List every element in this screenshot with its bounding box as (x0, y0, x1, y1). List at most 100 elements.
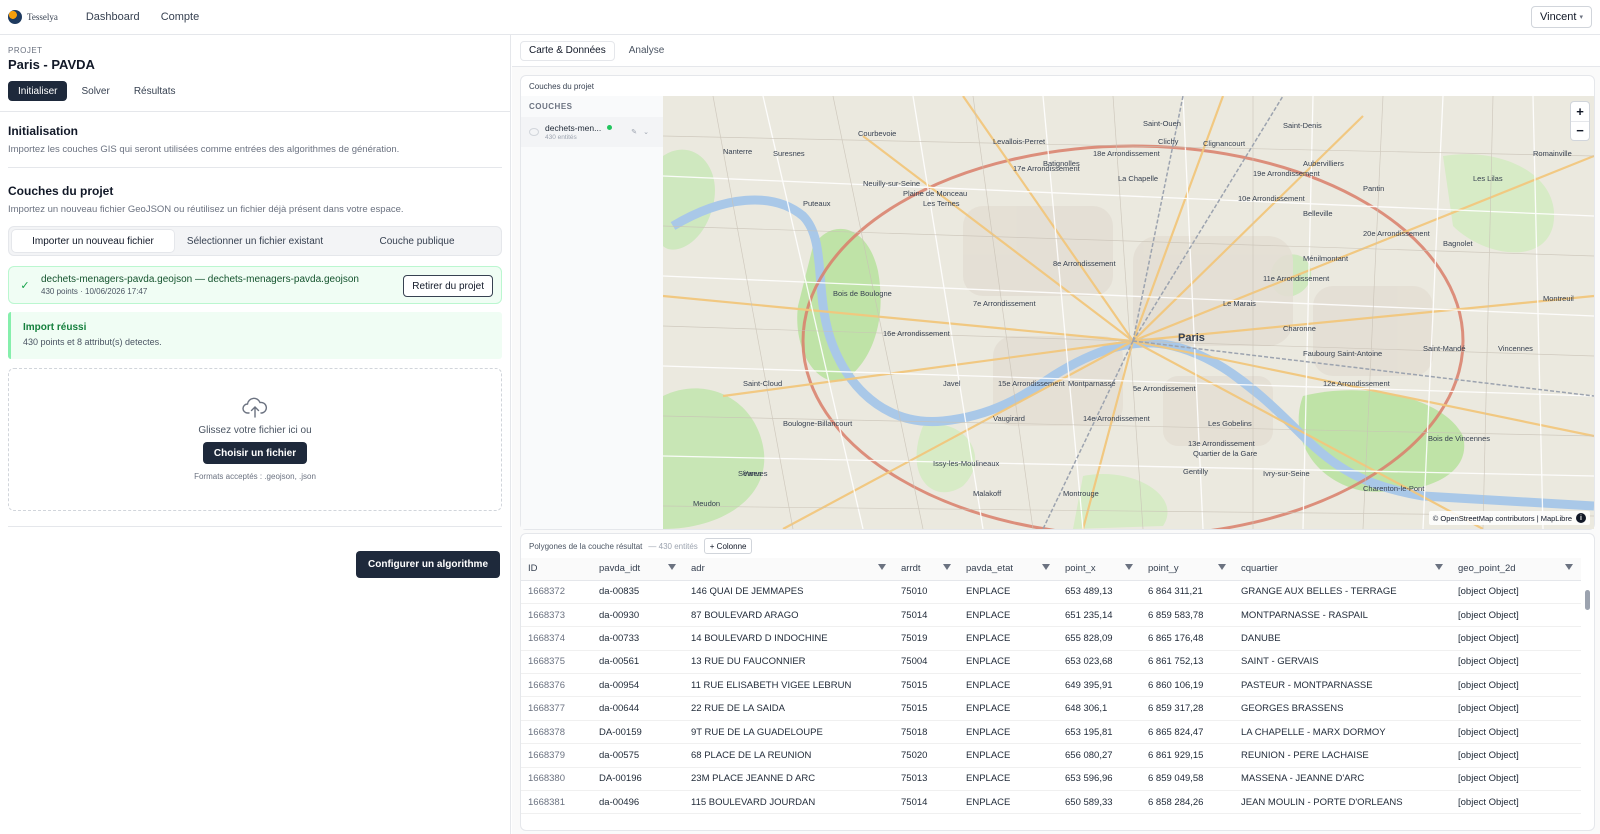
map-place-label: Issy-les-Moulineaux (933, 459, 1000, 468)
map-place-label: Les Ternes (923, 199, 960, 208)
zoom-out-button[interactable]: − (1571, 120, 1589, 141)
table-row[interactable]: 1668379 da-00575 68 PLACE DE LA REUNION 750… (521, 743, 1581, 768)
column-header[interactable]: pavda_idt (592, 558, 684, 581)
table-cell: 75015 (894, 696, 959, 721)
column-header[interactable]: cquartier (1234, 558, 1451, 581)
table-cell: da-00930 (592, 603, 684, 628)
table-cell: 6 865 824,47 (1141, 720, 1234, 745)
table-cell: ENPLACE (959, 696, 1058, 721)
tab-resultats[interactable]: Résultats (124, 81, 186, 101)
table-row[interactable]: 1668380 DA-00196 23M PLACE JEANNE D ARC 750… (521, 767, 1581, 792)
filter-icon[interactable] (1435, 564, 1443, 570)
table-row[interactable]: 1668374 da-00733 14 BOULEVARD D INDOCHINE 7… (521, 626, 1581, 651)
file-dropzone[interactable]: Glissez votre fichier ici ou Choisir un … (8, 368, 502, 511)
zoom-in-button[interactable]: + (1571, 102, 1589, 121)
column-header[interactable]: pavda_etat (959, 558, 1058, 581)
table-cell: [object Object] (1451, 603, 1581, 628)
choose-file-button[interactable]: Choisir un fichier (202, 442, 308, 464)
attribution-text[interactable]: © OpenStreetMap contributors | MapLibre (1433, 514, 1572, 523)
filter-icon[interactable] (668, 564, 676, 570)
app-logo[interactable]: Tesselya (8, 10, 58, 24)
remove-from-project-button[interactable]: Retirer du projet (403, 275, 493, 297)
filter-icon[interactable] (1218, 564, 1226, 570)
column-header[interactable]: arrdt (894, 558, 959, 581)
right-panel: Carte & Données Analyse Couches du proje… (512, 35, 1600, 834)
results-table: ID pavda_idt adr arrdt pavda_etat point_x poin… (521, 558, 1581, 815)
table-row[interactable]: 1668377 da-00644 22 RUE DE LA SAIDA 75015 EN… (521, 696, 1581, 721)
map-place-label: 17e Arrondissement (1013, 164, 1081, 173)
edit-icon[interactable]: ✎ (631, 129, 643, 136)
nav-compte[interactable]: Compte (161, 11, 200, 23)
chevron-down-icon[interactable]: ⌄ (643, 129, 655, 136)
scrollbar-thumb[interactable] (1585, 590, 1590, 610)
layer-item[interactable]: dechets-men... 430 entités ✎⌄ (521, 117, 663, 147)
map-place-label: Neuilly-sur-Seine (863, 179, 920, 188)
map-place-label: Belleville (1303, 209, 1333, 218)
table-cell: DA-00159 (592, 720, 684, 745)
table-body: 1668372 da-00835 146 QUAI DE JEMMAPES 75010… (521, 580, 1581, 815)
table-cell: 1668379 (521, 743, 592, 768)
visibility-toggle-icon[interactable] (529, 128, 539, 136)
column-header[interactable]: ID (521, 558, 592, 581)
tab-carte-donnees[interactable]: Carte & Données (520, 40, 615, 61)
map-place-label: 12e Arrondissement (1323, 379, 1391, 388)
imported-file-card: ✓ dechets-menagers-pavda.geojson — deche… (8, 266, 502, 304)
filter-icon[interactable] (943, 564, 951, 570)
table-cell: MASSENA - JEANNE D'ARC (1234, 767, 1451, 792)
project-label: Projet (8, 46, 43, 55)
success-text: 430 points et 8 attribut(s) detectes. (23, 337, 162, 347)
map-place-label: Charenton-le-Pont (1363, 484, 1425, 493)
table-cell: DANUBE (1234, 626, 1451, 651)
table-row[interactable]: 1668376 da-00954 11 RUE ELISABETH VIGEE LE… (521, 673, 1581, 698)
table-cell: ENPLACE (959, 673, 1058, 698)
success-title: Import réussi (23, 322, 87, 333)
map-place-label: Vaugirard (993, 414, 1025, 423)
segment-public-layer[interactable]: Couche publique (336, 230, 498, 252)
table-row[interactable]: 1668381 da-00496 115 BOULEVARD JOURDAN 7501… (521, 790, 1581, 815)
user-menu-button[interactable]: Vincent ▾ (1530, 6, 1592, 28)
filter-icon[interactable] (878, 564, 886, 570)
map-place-label: Paris (1178, 332, 1205, 344)
info-icon[interactable]: i (1576, 513, 1586, 523)
filter-icon[interactable] (1565, 564, 1573, 570)
map-place-label: Ivry-sur-Seine (1263, 469, 1310, 478)
table-cell: [object Object] (1451, 650, 1581, 675)
segment-select-existing[interactable]: Sélectionner un fichier existant (174, 230, 336, 252)
divider (8, 526, 502, 527)
filter-icon[interactable] (1125, 564, 1133, 570)
table-cell: ENPLACE (959, 603, 1058, 628)
map-canvas[interactable]: Nanterre Courbevoie Levallois-Perret Clichy… (663, 96, 1594, 529)
map-place-label: Montparnasse (1068, 379, 1116, 388)
column-header[interactable]: point_y (1141, 558, 1234, 581)
map-view[interactable]: Nanterre Courbevoie Levallois-Perret Clichy… (663, 96, 1594, 529)
tab-initialiser[interactable]: Initialiser (8, 81, 68, 101)
table-header-bar: Polygones de la couche résultat — 430 en… (521, 534, 1594, 558)
table-row[interactable]: 1668375 da-00561 13 RUE DU FAUCONNIER 75004… (521, 650, 1581, 675)
table-cell: 1668372 (521, 580, 592, 604)
column-header[interactable]: geo_point_2d (1451, 558, 1581, 581)
table-row[interactable]: 1668373 da-00930 87 BOULEVARD ARAGO 75014 EN… (521, 603, 1581, 628)
segment-import-new[interactable]: Importer un nouveau fichier (12, 230, 174, 252)
nav-dashboard[interactable]: Dashboard (86, 11, 140, 23)
table-cell: 13 RUE DU FAUCONNIER (684, 650, 894, 675)
table-scrollbar[interactable] (1585, 584, 1591, 824)
filter-icon[interactable] (1042, 564, 1050, 570)
table-row[interactable]: 1668372 da-00835 146 QUAI DE JEMMAPES 75010… (521, 580, 1581, 604)
layers-section-title: Couches du projet (8, 184, 114, 198)
table-cell: 11 RUE ELISABETH VIGEE LEBRUN (684, 673, 894, 698)
column-header[interactable]: point_x (1058, 558, 1141, 581)
map-place-label: 18e Arrondissement (1093, 149, 1161, 158)
tab-analyse[interactable]: Analyse (621, 41, 673, 61)
table-cell: 75004 (894, 650, 959, 675)
tab-solver[interactable]: Solver (71, 81, 119, 101)
map-attribution: © OpenStreetMap contributors | MapLibre … (1428, 511, 1590, 525)
map-place-label: Le Marais (1223, 299, 1256, 308)
table-cell: 146 QUAI DE JEMMAPES (684, 580, 894, 604)
map-place-label: 7e Arrondissement (973, 299, 1036, 308)
configure-algorithm-button[interactable]: Configurer un algorithme (356, 551, 500, 578)
table-cell: da-00575 (592, 743, 684, 768)
table-row[interactable]: 1668378 DA-00159 9T RUE DE LA GUADELOUPE 75… (521, 720, 1581, 745)
map-place-label: Saint-Denis (1283, 121, 1322, 130)
column-header[interactable]: adr (684, 558, 894, 581)
add-column-button[interactable]: + Colonne (703, 538, 753, 554)
